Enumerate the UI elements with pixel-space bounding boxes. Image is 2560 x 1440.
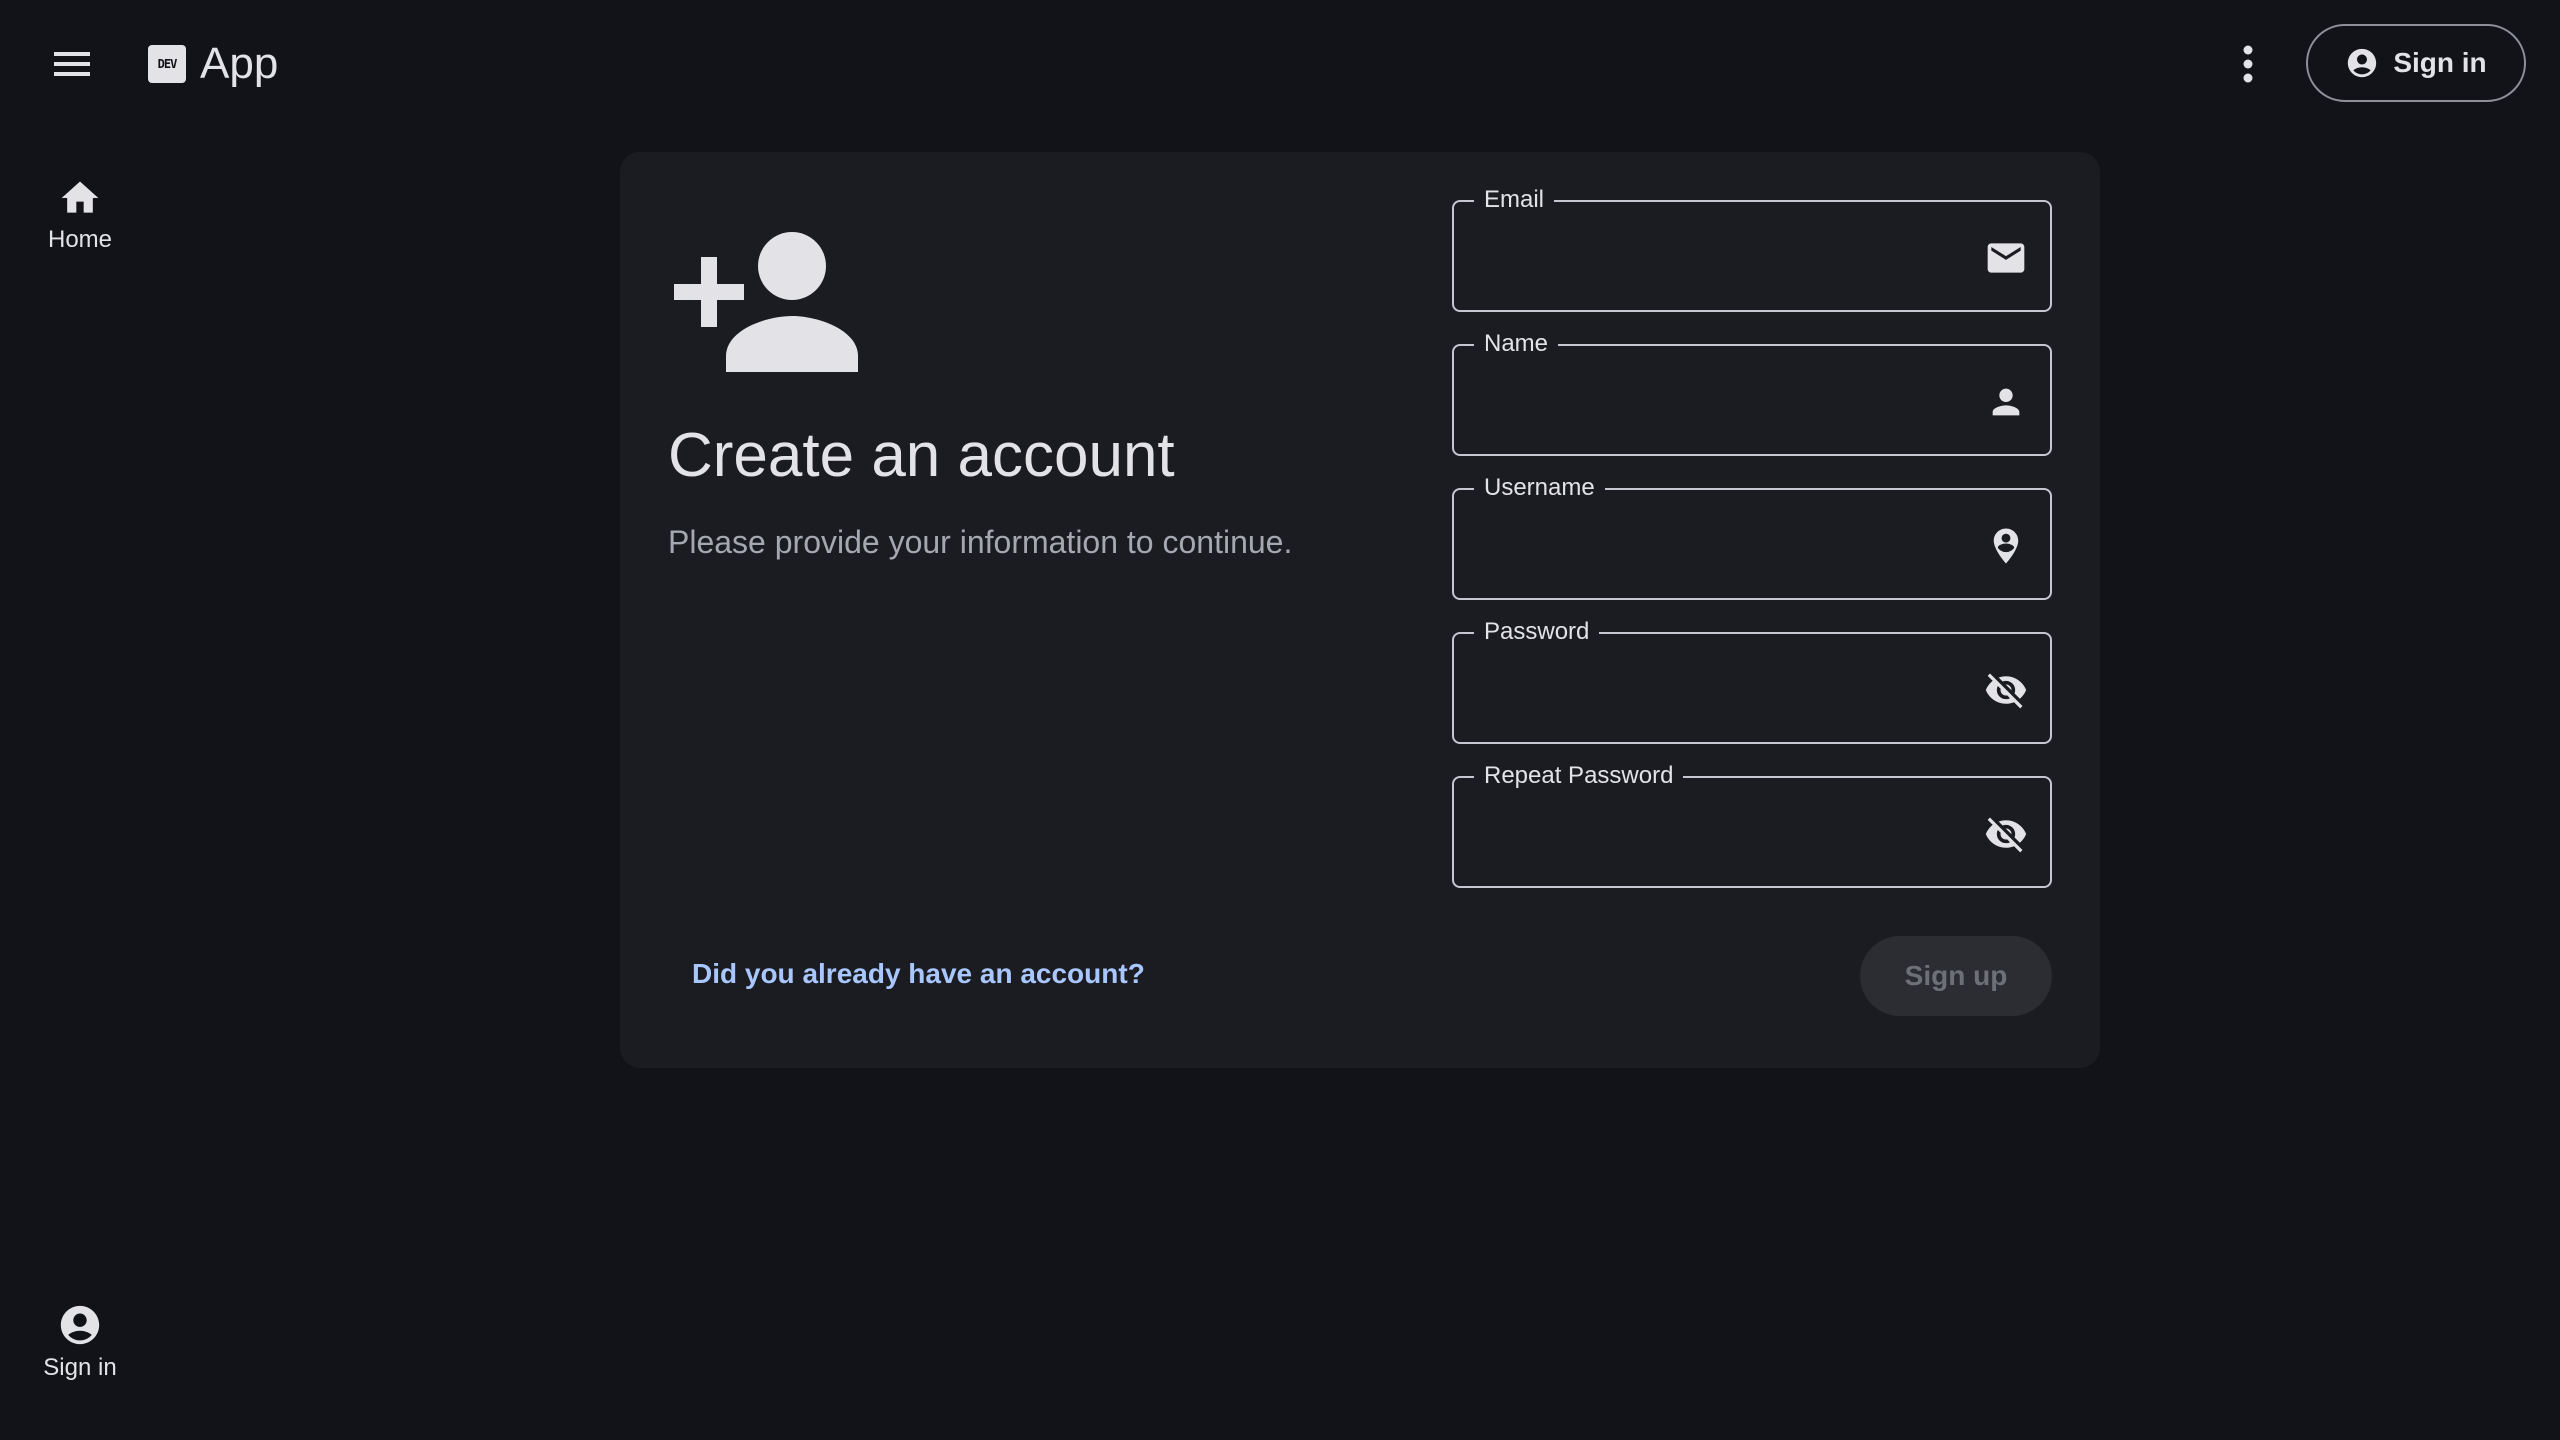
rail-sign-in-label: Sign in bbox=[43, 1354, 117, 1381]
email-label: Email bbox=[1474, 185, 1555, 215]
password-label: Password bbox=[1474, 617, 1600, 647]
visibility-off-icon[interactable] bbox=[1984, 812, 2028, 856]
home-icon bbox=[61, 181, 99, 213]
page-title: Create an account bbox=[668, 421, 1175, 490]
person-pin-icon bbox=[1984, 524, 2028, 568]
username-field[interactable]: Username bbox=[1452, 473, 2052, 600]
password-input[interactable] bbox=[1478, 664, 1942, 714]
mail-icon bbox=[1984, 236, 2028, 280]
password-field[interactable]: Password bbox=[1452, 617, 2052, 744]
rail-item-sign-in[interactable]: Sign in bbox=[0, 1302, 160, 1382]
sign-up-button[interactable]: Sign up bbox=[1860, 936, 2052, 1016]
account-circle-icon bbox=[60, 1305, 100, 1345]
more-vert-icon bbox=[2243, 45, 2253, 83]
more-options-button[interactable] bbox=[2228, 36, 2268, 92]
menu-icon bbox=[54, 52, 90, 76]
signup-card: Create an account Please provide your in… bbox=[620, 152, 2100, 1068]
page-subtitle: Please provide your information to conti… bbox=[668, 524, 1293, 560]
visibility-off-icon[interactable] bbox=[1984, 668, 2028, 712]
username-input[interactable] bbox=[1478, 520, 1942, 570]
email-field[interactable]: Email bbox=[1452, 185, 2052, 312]
repeat-password-input[interactable] bbox=[1478, 808, 1942, 858]
name-field[interactable]: Name bbox=[1452, 329, 2052, 456]
sign-in-label: Sign in bbox=[2393, 47, 2487, 78]
brand[interactable]: DEV App bbox=[148, 36, 278, 92]
username-label: Username bbox=[1474, 473, 1605, 503]
rail-item-home[interactable]: Home bbox=[0, 176, 160, 254]
repeat-password-field[interactable]: Repeat Password bbox=[1452, 761, 2052, 888]
person-icon bbox=[1984, 380, 2028, 424]
sign-in-button[interactable]: Sign in bbox=[2306, 24, 2526, 102]
person-add-icon bbox=[674, 232, 858, 372]
app-logo: DEV bbox=[148, 45, 186, 83]
repeat-password-label: Repeat Password bbox=[1474, 761, 1684, 791]
account-circle-icon bbox=[2348, 48, 2377, 78]
top-app-bar: DEV App Sign in bbox=[0, 0, 2560, 128]
email-input[interactable] bbox=[1478, 232, 1942, 282]
name-input[interactable] bbox=[1478, 376, 1942, 426]
name-label: Name bbox=[1474, 329, 1559, 359]
login-link[interactable]: Did you already have an account? bbox=[692, 958, 1145, 990]
app-title: App bbox=[200, 39, 279, 88]
rail-home-label: Home bbox=[47, 226, 113, 253]
menu-button[interactable] bbox=[44, 40, 100, 88]
